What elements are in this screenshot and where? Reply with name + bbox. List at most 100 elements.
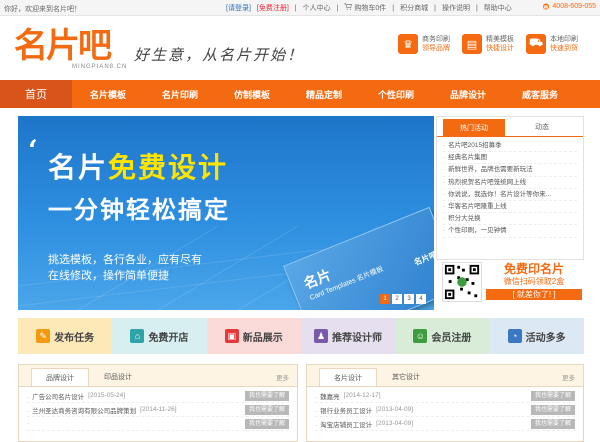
news-item[interactable]: 新鲜世界，品牌也需要新玩法 <box>443 164 577 177</box>
user-center-link[interactable]: 个人中心 <box>303 3 331 13</box>
learn-more-button[interactable]: 我也需要了解 <box>244 418 289 429</box>
tile-label: 会员注册 <box>431 332 472 344</box>
tile-activities[interactable]: ◔ 活动多多 <box>489 318 584 354</box>
wechat-promo[interactable]: 免费印名片 微信扫码领取2盒 [ 就差你了! ] <box>436 262 584 310</box>
logo[interactable]: 名片吧 MINGPIAN8.CN <box>14 26 128 72</box>
case-name: 淘宝店铺员工设计 <box>315 419 372 429</box>
case-date: [2013-04-09] <box>376 406 414 413</box>
cart-link[interactable]: 购物车0件 <box>344 3 386 13</box>
tab-hot-activities[interactable]: 热门活动 <box>443 119 505 136</box>
promo-line3: [ 就差你了! ] <box>486 289 582 300</box>
list-item[interactable]: 广告公司名片设计 [2015-05-24] 我也需要了解 <box>27 389 289 403</box>
welcome-text: 你好，欢迎来到名片吧！ <box>4 6 81 13</box>
carousel-dot[interactable]: 4 <box>416 294 426 304</box>
banner-title-a: 名片 <box>48 151 109 184</box>
learn-more-button[interactable]: 我也需要了解 <box>530 404 575 415</box>
nav-custom[interactable]: 精品定制 <box>288 80 360 108</box>
case-name: 广告公司名片设计 <box>27 391 84 401</box>
edit-icon: ✎ <box>36 329 51 343</box>
list-item[interactable]: 银行业务员工设计 [2013-04-09] 我也需要了解 <box>315 403 575 417</box>
card-brand: 名片吧 <box>412 249 434 268</box>
service-line2: 快速到货 <box>550 45 578 52</box>
card-design-panel: 名片设计 其它设计 更多 魏嘉亮[2014-12-17] 我也需要了解 银行业务员… <box>306 364 584 442</box>
main-nav: 首页 名片模板 名片印刷 仿制模板 精品定制 个性印刷 品牌设计 威客服务 <box>0 80 600 108</box>
news-item[interactable]: 华客名片吧隆重上线 <box>443 201 577 214</box>
service-line1: 精美模板 <box>486 36 514 43</box>
nav-brand-design[interactable]: 品牌设计 <box>432 80 504 108</box>
tile-new-products[interactable]: ▣ 新品展示 <box>206 318 301 354</box>
case-date: [2014-11-26] <box>140 406 177 413</box>
nav-card-printing[interactable]: 名片印刷 <box>144 80 216 108</box>
list-item[interactable]: 淘宝店铺员工设计 [2013-04-09] 我也需要了解 <box>315 417 575 431</box>
carousel-dots: 1 2 3 4 <box>380 294 426 304</box>
learn-more-button[interactable]: 我也需要了解 <box>244 404 289 415</box>
tab-print-design[interactable]: 印品设计 <box>89 368 147 386</box>
divider: | <box>475 4 478 12</box>
feature-tiles: ✎ 发布任务 ⌂ 免费开店 ▣ 新品展示 ♟ 推荐设计师 ☺ 会员注册 ◔ 活动多多 <box>18 318 584 354</box>
divider: | <box>392 4 395 12</box>
service-badge: ⛟ 本地印刷 快速到货 <box>526 34 578 54</box>
quote-mark: ‘ <box>28 134 38 167</box>
service-badges: ♛ 商务印刷 领导品牌 ▤ 精美模板 快捷设计 ⛟ 本地印刷 快速到货 <box>398 34 578 54</box>
trophy-icon: ♛ <box>398 34 418 54</box>
help-center-link[interactable]: 帮助中心 <box>484 3 512 13</box>
banner-desc: 挑选模板，各行各业，应有尽有 在线修改，操作简单便捷 <box>48 252 202 284</box>
svg-text:☎: ☎ <box>544 4 550 9</box>
hotline-number: 4008-609-055 <box>552 3 596 10</box>
tile-open-shop[interactable]: ⌂ 免费开店 <box>112 318 207 354</box>
tile-label: 推荐设计师 <box>332 332 383 344</box>
hero-banner[interactable]: ‘ 名片免费设计 一分钟轻松搞定 挑选模板，各行各业，应有尽有 在线修改，操作简… <box>18 116 434 310</box>
logo-text: 名片吧 <box>14 26 112 66</box>
carousel-dot[interactable]: 3 <box>404 294 414 304</box>
news-item[interactable]: 经典名片集图 <box>443 152 577 165</box>
tile-member-register[interactable]: ☺ 会员注册 <box>395 318 490 354</box>
list-item[interactable]: 我也需要了解 <box>27 417 289 431</box>
banner-desc-line1: 挑选模板，各行各业，应有尽有 <box>48 254 202 266</box>
tab-card-design[interactable]: 名片设计 <box>319 368 377 386</box>
nav-copy-templates[interactable]: 仿制模板 <box>216 80 288 108</box>
case-name: 兰州圣达商务咨询有限公司品牌策划 <box>27 405 136 415</box>
login-link[interactable]: [请登录] <box>226 3 251 13</box>
tile-post-task[interactable]: ✎ 发布任务 <box>18 318 113 354</box>
logo-subtext: MINGPIAN8.CN <box>72 64 128 70</box>
member-icon: ☺ <box>413 329 428 343</box>
more-link[interactable]: 更多 <box>562 372 575 382</box>
news-tabs: 热门活动 动态 <box>437 117 583 137</box>
activity-icon: ◔ <box>507 329 522 343</box>
top-links: [请登录] [免费注册] | 个人中心 | 购物车0件 | 积分商城 | 操作说… <box>226 3 512 13</box>
learn-more-button[interactable]: 我也需要了解 <box>530 418 575 429</box>
list-item[interactable]: 魏嘉亮[2014-12-17] 我也需要了解 <box>315 389 575 403</box>
tab-news[interactable]: 动态 <box>505 117 579 136</box>
service-line2: 领导品牌 <box>422 45 450 52</box>
learn-more-button[interactable]: 我也需要了解 <box>530 390 575 401</box>
news-item[interactable]: 你说说，我选你！名片设计等你来... <box>443 189 577 201</box>
nav-witkey[interactable]: 威客服务 <box>504 80 576 108</box>
points-mall-link[interactable]: 积分商城 <box>400 3 428 13</box>
tile-designers[interactable]: ♟ 推荐设计师 <box>300 318 396 354</box>
learn-more-button[interactable]: 我也需要了解 <box>244 390 289 401</box>
news-item[interactable]: 个性印刷，一见钟情 <box>443 225 577 238</box>
tab-other-design[interactable]: 其它设计 <box>377 368 435 386</box>
banner-subtitle: 一分钟轻松搞定 <box>48 196 230 224</box>
tile-label: 活动多多 <box>525 332 566 344</box>
nav-card-templates[interactable]: 名片模板 <box>72 80 144 108</box>
banner-title-b: 免费设计 <box>108 151 229 184</box>
list-item[interactable]: 兰州圣达商务咨询有限公司品牌策划 [2014-11-26] 我也需要了解 <box>27 403 289 417</box>
service-badge: ♛ 商务印刷 领导品牌 <box>398 34 450 54</box>
news-item[interactable]: 积分大兑换 <box>443 213 577 226</box>
truck-icon: ⛟ <box>526 34 546 54</box>
carousel-dot[interactable]: 2 <box>392 294 402 304</box>
register-link[interactable]: [免费注册] <box>257 3 289 13</box>
news-item[interactable]: 热烈祝贺名片吧笼统网上线 <box>443 177 577 189</box>
news-item[interactable]: 名片吧2015招募季 <box>443 140 577 153</box>
panel-header: 名片设计 其它设计 更多 <box>307 365 583 387</box>
case-list: 广告公司名片设计 [2015-05-24] 我也需要了解 兰州圣达商务咨询有限公司品… <box>19 387 297 433</box>
header: 名片吧 MINGPIAN8.CN 好生意，从名片开始！ ♛ 商务印刷 领导品牌 ▤… <box>0 16 600 80</box>
qr-code-icon <box>442 262 482 302</box>
nav-personal-print[interactable]: 个性印刷 <box>360 80 432 108</box>
help-link[interactable]: 操作说明 <box>442 3 470 13</box>
tab-brand-design[interactable]: 品牌设计 <box>31 368 89 386</box>
carousel-dot[interactable]: 1 <box>380 294 390 304</box>
more-link[interactable]: 更多 <box>276 372 289 382</box>
nav-home[interactable]: 首页 <box>0 80 72 108</box>
